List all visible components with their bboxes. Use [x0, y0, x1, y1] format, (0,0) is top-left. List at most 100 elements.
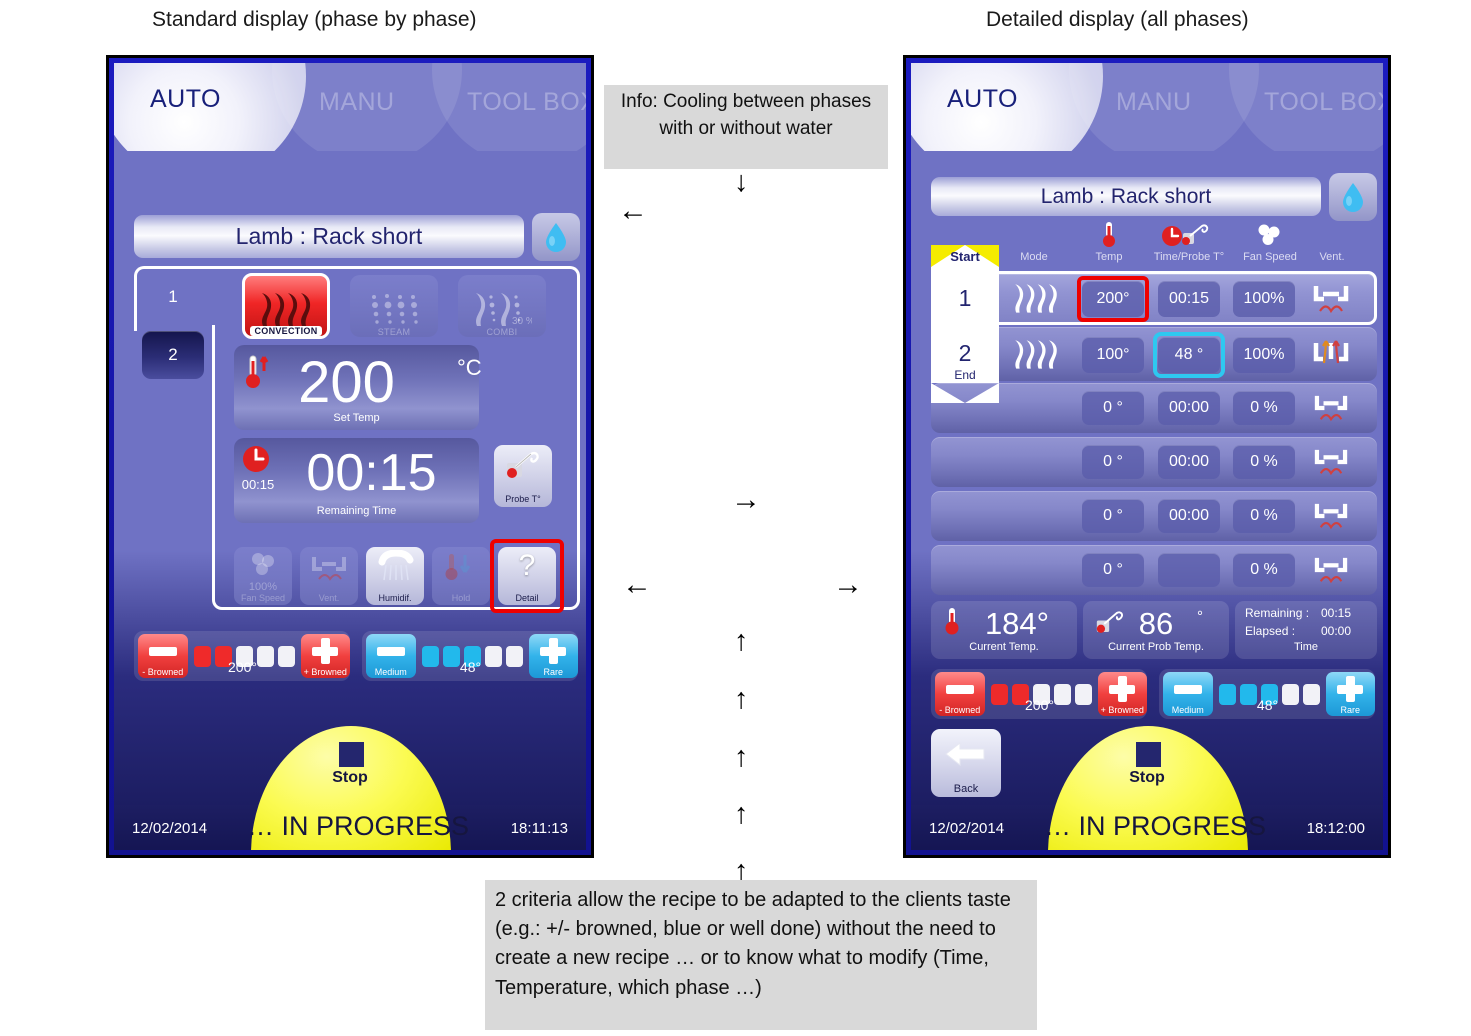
- status-progress: … IN PROGRESS: [247, 811, 470, 841]
- row-2-fan-cell[interactable]: 100%: [1233, 337, 1295, 373]
- row-1-temp-highlight: [1077, 276, 1149, 322]
- phase-tab-2[interactable]: 2: [142, 331, 204, 379]
- vent-label: Vent.: [318, 593, 340, 603]
- set-temp-label: Set Temp: [333, 412, 380, 424]
- row-3-time-cell[interactable]: 00:00: [1158, 391, 1220, 425]
- phase-tab-1[interactable]: 1: [142, 273, 204, 321]
- humidifier-button[interactable]: Humidif.: [366, 547, 424, 605]
- tab-toolbox-label-2[interactable]: TOOL BOX: [1264, 88, 1383, 117]
- row-4-temp-cell[interactable]: 0 °: [1082, 445, 1144, 479]
- convection-waves-icon: [262, 293, 311, 326]
- thermometer-icon: [1103, 222, 1115, 247]
- row-1-time-cell[interactable]: 00:15: [1158, 281, 1220, 317]
- arrow-right-bottom-icon: →: [833, 568, 863, 601]
- vent-button[interactable]: Vent.: [300, 547, 358, 605]
- probe-temp-button[interactable]: Probe T°: [494, 445, 552, 507]
- elapsed-label: Elapsed :: [1245, 624, 1296, 638]
- water-drop-icon: [546, 223, 566, 252]
- browned-minus-button[interactable]: - Browned: [138, 634, 188, 678]
- recipe-name-bar-2[interactable]: Lamb : Rack short: [931, 177, 1321, 216]
- column-header-time: Time/Probe T°: [1153, 251, 1225, 263]
- doneness-plus-button-2[interactable]: Rare: [1325, 672, 1375, 716]
- browned-plus-label-2: + Browned: [1100, 705, 1144, 715]
- remaining-time-value: 00:15: [306, 444, 437, 502]
- status-progress-2: … IN PROGRESS: [1044, 811, 1267, 841]
- fan-speed-value: 100%: [248, 581, 278, 593]
- row-4-fan-cell[interactable]: 0 %: [1233, 445, 1295, 479]
- hold-button[interactable]: Hold: [432, 547, 490, 605]
- browned-value: 200°: [228, 659, 257, 675]
- row-4-time-cell[interactable]: 00:00: [1158, 445, 1220, 479]
- column-header-temp: Temp: [1095, 251, 1123, 263]
- mode-tile-combi[interactable]: 30 % COMBI: [458, 275, 546, 337]
- tab-manu-label-2[interactable]: MANU: [1116, 88, 1192, 117]
- status-time-2: 18:12:00: [1306, 820, 1365, 837]
- vent-closed-icon: [1314, 449, 1348, 476]
- remaining-value: 00:15: [1321, 606, 1352, 620]
- mode-tile-steam[interactable]: STEAM: [350, 275, 438, 337]
- recipe-name-bar[interactable]: Lamb : Rack short: [134, 215, 524, 258]
- browned-minus-button-2[interactable]: - Browned: [935, 672, 985, 716]
- device-bezel-2: AUTO MANU TOOL BOX Lamb : Rack short Mod…: [906, 58, 1388, 855]
- browned-value-2: 200°: [1025, 697, 1054, 713]
- vent-closed-icon: [1314, 395, 1348, 422]
- row-6-fan-cell[interactable]: 0 %: [1233, 553, 1295, 587]
- arrow-up-1-icon: ↑: [734, 625, 749, 657]
- humidifier-label: Humidif.: [378, 593, 412, 603]
- vent-closed-icon: [1314, 503, 1348, 530]
- row-5-time-cell[interactable]: 00:00: [1158, 499, 1220, 533]
- doneness-minus-label: Medium: [374, 667, 407, 677]
- row-5-temp-cell[interactable]: 0 °: [1082, 499, 1144, 533]
- doneness-plus-label: Rare: [543, 667, 563, 677]
- mode-tile-combi-label: COMBI: [486, 327, 518, 337]
- fan-speed-button[interactable]: 100% Fan Speed: [234, 547, 292, 605]
- doneness-minus-button-2[interactable]: Medium: [1163, 672, 1213, 716]
- fan-icon: [1258, 224, 1280, 245]
- current-probe-unit: °: [1197, 608, 1203, 625]
- device-bezel: AUTO MANU TOOL BOX Lamb : Rack short 1 2: [109, 58, 591, 855]
- browned-plus-button[interactable]: + Browned: [300, 634, 350, 678]
- water-drop-button-2[interactable]: [1329, 173, 1377, 221]
- phase-ribbon-num-1: 1: [958, 285, 972, 311]
- header-tabs: AUTO MANU TOOL BOX: [114, 63, 586, 151]
- row-5-fan-cell[interactable]: 0 %: [1233, 499, 1295, 533]
- clock-probe-icon: [1162, 224, 1209, 246]
- probe-icon: [507, 451, 539, 478]
- doneness-value-2: 48°: [1256, 697, 1279, 713]
- fan-icon: [252, 553, 274, 575]
- row-3-temp-cell[interactable]: 0 °: [1082, 391, 1144, 425]
- row-2-time-highlight: [1153, 332, 1225, 378]
- remaining-label: Remaining :: [1245, 606, 1310, 620]
- phase-ribbon-end-point: [931, 383, 999, 403]
- tab-auto-label[interactable]: AUTO: [150, 85, 221, 114]
- mode-tile-convection[interactable]: CONVECTION: [242, 273, 330, 339]
- svg-text:30 %: 30 %: [512, 316, 532, 327]
- tab-auto-label-2[interactable]: AUTO: [947, 85, 1018, 114]
- doneness-minus-button[interactable]: Medium: [366, 634, 416, 678]
- tab-toolbox-label[interactable]: TOOL BOX: [467, 88, 586, 117]
- phase-ribbon-start-label: Start: [950, 249, 980, 264]
- set-temp-value: 200: [298, 350, 395, 415]
- row-3-fan-cell[interactable]: 0 %: [1233, 391, 1295, 425]
- time-panel-caption: Time: [1293, 641, 1319, 653]
- current-temp-label: Current Temp.: [969, 641, 1039, 653]
- column-header-fan: Fan Speed: [1243, 251, 1297, 263]
- convection-waves-icon: [1015, 284, 1057, 313]
- vent-icon: [312, 557, 346, 581]
- arrow-up-3-icon: ↑: [734, 741, 749, 773]
- arrow-right-mid-icon: →: [731, 483, 761, 516]
- row-6-time-cell[interactable]: [1158, 553, 1220, 587]
- browned-plus-button-2[interactable]: + Browned: [1097, 672, 1147, 716]
- detailed-display-device: AUTO MANU TOOL BOX Lamb : Rack short Mod…: [903, 55, 1391, 858]
- water-drop-button[interactable]: [532, 213, 580, 261]
- remaining-time-label: Remaining Time: [316, 505, 397, 517]
- right-panel-title: Detailed display (all phases): [986, 8, 1249, 31]
- doneness-plus-button[interactable]: Rare: [528, 634, 578, 678]
- row-2-temp-cell[interactable]: 100°: [1082, 337, 1144, 373]
- tab-manu-label[interactable]: MANU: [319, 88, 395, 117]
- row-6-temp-cell[interactable]: 0 °: [1082, 553, 1144, 587]
- mode-tile-steam-label: STEAM: [377, 327, 411, 337]
- vent-open-icon: [1313, 340, 1349, 364]
- row-1-fan-cell[interactable]: 100%: [1233, 281, 1295, 317]
- status-time: 18:11:13: [510, 820, 568, 837]
